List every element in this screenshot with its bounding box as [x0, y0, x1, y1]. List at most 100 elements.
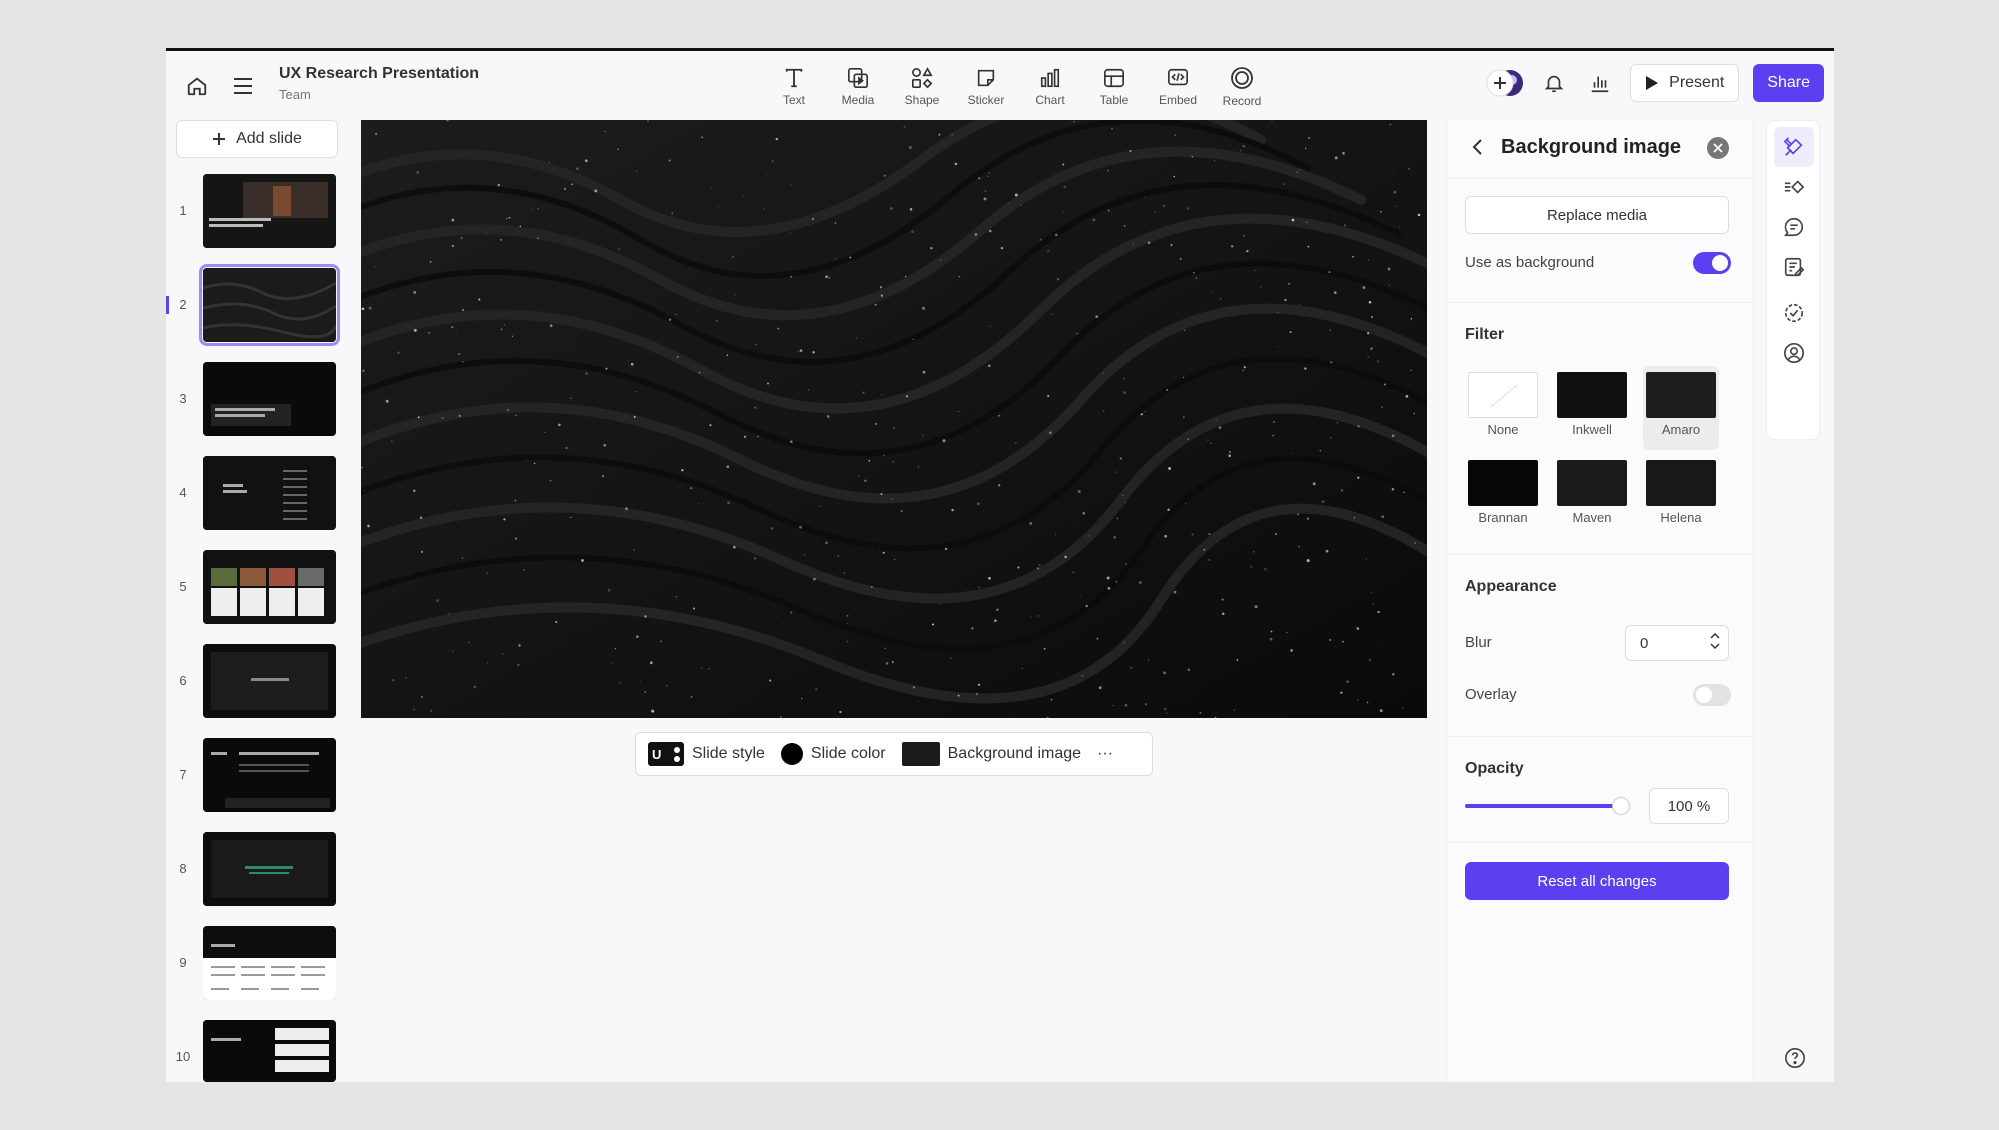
sand-sparkle: [1269, 637, 1273, 641]
filter-inkwell[interactable]: Inkwell: [1554, 366, 1630, 444]
help-button[interactable]: [1780, 1043, 1810, 1073]
sand-sparkle: [1253, 551, 1255, 553]
sand-sparkle: [885, 662, 889, 665]
sand-sparkle: [1370, 315, 1374, 319]
sand-sparkle: [1387, 267, 1391, 271]
replace-media-button[interactable]: Replace media: [1465, 196, 1729, 234]
use-as-background-toggle[interactable]: [1693, 252, 1731, 274]
sand-sparkle: [908, 146, 912, 149]
slide-thumbnail-5[interactable]: [203, 550, 336, 624]
sand-sparkle: [1210, 442, 1212, 444]
opacity-slider[interactable]: [1465, 797, 1630, 815]
sand-sparkle: [978, 177, 981, 180]
tool-chart[interactable]: Chart: [1018, 57, 1082, 117]
sand-sparkle: [743, 435, 747, 439]
background-image-label: Background image: [947, 745, 1082, 762]
slide-thumbnail-9[interactable]: [203, 926, 336, 1000]
slide-thumbnail-row[interactable]: 7: [166, 738, 346, 816]
slide-thumbnail-8[interactable]: [203, 832, 336, 906]
slide-thumbnail-row[interactable]: 6: [166, 644, 346, 722]
slide-thumbnail-row[interactable]: 3: [166, 362, 346, 440]
slide-thumbnail-7[interactable]: [203, 738, 336, 812]
opacity-slider-handle[interactable]: [1612, 797, 1630, 815]
comments-button[interactable]: [1774, 207, 1814, 247]
sand-sparkle: [1168, 467, 1172, 470]
slide-thumbnail-row[interactable]: 2: [166, 264, 346, 346]
animations-button[interactable]: [1774, 167, 1814, 207]
sand-sparkle: [397, 351, 400, 354]
slide-thumbnail-6[interactable]: [203, 644, 336, 718]
tool-record[interactable]: Record: [1210, 57, 1274, 117]
slide-thumbnail-row[interactable]: 5: [166, 550, 346, 628]
add-slide-button[interactable]: Add slide: [176, 120, 338, 158]
add-collaborator-button[interactable]: [1486, 66, 1524, 100]
home-button[interactable]: [182, 71, 212, 101]
slide-thumbnail-row[interactable]: 4: [166, 456, 346, 534]
more-options-button[interactable]: ···: [1097, 745, 1113, 763]
tool-shape[interactable]: Shape: [890, 57, 954, 117]
menu-button[interactable]: [228, 71, 258, 101]
sand-sparkle: [565, 446, 568, 450]
notifications-button[interactable]: [1538, 67, 1570, 99]
appearance-heading: Appearance: [1465, 578, 1557, 595]
tool-media[interactable]: Media: [826, 57, 890, 117]
tool-embed[interactable]: Embed: [1146, 57, 1210, 117]
back-button[interactable]: [1471, 138, 1485, 161]
filter-maven[interactable]: Maven: [1554, 454, 1630, 532]
sand-sparkle: [1289, 331, 1292, 334]
slide-thumbnail-4[interactable]: [203, 456, 336, 530]
sand-sparkle: [1095, 315, 1099, 319]
background-image-button[interactable]: Background image: [901, 742, 1082, 766]
tool-sticker[interactable]: Sticker: [954, 57, 1018, 117]
document-title[interactable]: UX Research Presentation: [279, 65, 479, 83]
sand-sparkle: [693, 607, 695, 610]
analytics-button[interactable]: [1584, 67, 1616, 99]
reset-all-changes-button[interactable]: Reset all changes: [1465, 862, 1729, 900]
toggle-knob: [1712, 255, 1728, 271]
opacity-input[interactable]: 100 %: [1649, 788, 1729, 824]
tool-embed-label: Embed: [1158, 93, 1198, 107]
blur-stepper[interactable]: [1710, 632, 1720, 650]
sand-sparkle: [1074, 524, 1075, 526]
review-button[interactable]: [1774, 293, 1814, 333]
filter-helena[interactable]: Helena: [1643, 454, 1719, 532]
sand-sparkle: [462, 557, 464, 559]
sand-sparkle: [1132, 242, 1135, 245]
slide-thumbnail-2[interactable]: [199, 264, 340, 346]
filter-brannan[interactable]: Brannan: [1465, 454, 1541, 532]
slide-thumbnail-3[interactable]: [203, 362, 336, 436]
tool-table[interactable]: Table: [1082, 57, 1146, 117]
profile-button[interactable]: [1774, 333, 1814, 373]
sand-sparkle: [558, 423, 561, 427]
slide-thumbnail-10[interactable]: [203, 1020, 336, 1082]
sand-sparkle: [639, 681, 641, 683]
slide-number: 6: [179, 673, 187, 688]
sand-sparkle: [497, 183, 501, 187]
sand-sparkle: [1246, 249, 1249, 253]
slide-thumbnail-1[interactable]: [203, 174, 336, 248]
blur-input[interactable]: 0: [1625, 625, 1729, 661]
slide-thumbnail-row[interactable]: 9: [166, 926, 346, 1004]
present-button[interactable]: Present: [1630, 64, 1740, 102]
sand-sparkle: [1055, 533, 1057, 536]
overlay-toggle[interactable]: [1693, 684, 1731, 706]
design-tools-button[interactable]: [1774, 127, 1814, 167]
slide-thumbnail-row[interactable]: 10: [166, 1020, 346, 1082]
filter-none[interactable]: None: [1465, 366, 1541, 444]
sand-sparkle: [676, 355, 680, 359]
share-button[interactable]: Share: [1753, 64, 1824, 102]
sand-sparkle: [984, 190, 987, 193]
close-panel-button[interactable]: [1707, 137, 1729, 159]
slide-color-button[interactable]: Slide color: [780, 743, 886, 765]
sand-sparkle: [1381, 406, 1383, 408]
slide-canvas[interactable]: [361, 120, 1427, 718]
slide-style-button[interactable]: U Slide style: [648, 742, 765, 766]
slide-thumbnail-row[interactable]: 8: [166, 832, 346, 910]
tool-text[interactable]: Text: [762, 57, 826, 117]
notes-button[interactable]: [1774, 247, 1814, 287]
filter-label: Inkwell: [1572, 422, 1612, 437]
sand-sparkle: [1072, 571, 1074, 573]
slide-thumbnail-row[interactable]: 1: [166, 174, 346, 252]
sand-sparkle: [1377, 610, 1380, 614]
filter-amaro[interactable]: Amaro: [1643, 366, 1719, 450]
